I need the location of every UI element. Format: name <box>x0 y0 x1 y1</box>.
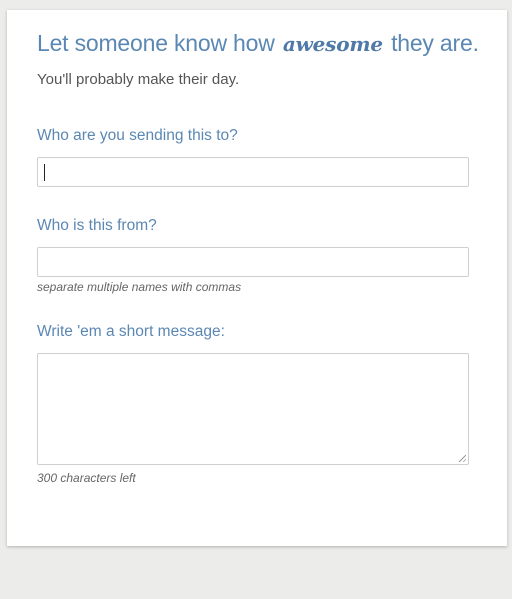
message-textarea[interactable] <box>37 353 469 465</box>
sender-hint: separate multiple names with commas <box>37 280 242 294</box>
message-label: Write 'em a short message: <box>37 323 225 340</box>
character-counter: 300 characters left <box>37 471 136 485</box>
page-title-emphasis: awesome <box>282 32 383 56</box>
sender-input[interactable] <box>37 247 469 277</box>
resize-handle-icon[interactable] <box>459 455 466 462</box>
recipient-label: Who are you sending this to? <box>37 127 238 144</box>
page-title: Let someone know how awesome they are. <box>37 30 479 57</box>
page-title-start: Let someone know how <box>37 30 275 56</box>
page-subtitle: You'll probably make their day. <box>37 71 240 88</box>
recipient-input[interactable] <box>37 157 469 187</box>
page-title-end: they are. <box>391 30 479 56</box>
compose-card: Let someone know how awesome they are. Y… <box>7 10 507 546</box>
sender-label: Who is this from? <box>37 217 157 234</box>
text-cursor <box>44 164 45 181</box>
